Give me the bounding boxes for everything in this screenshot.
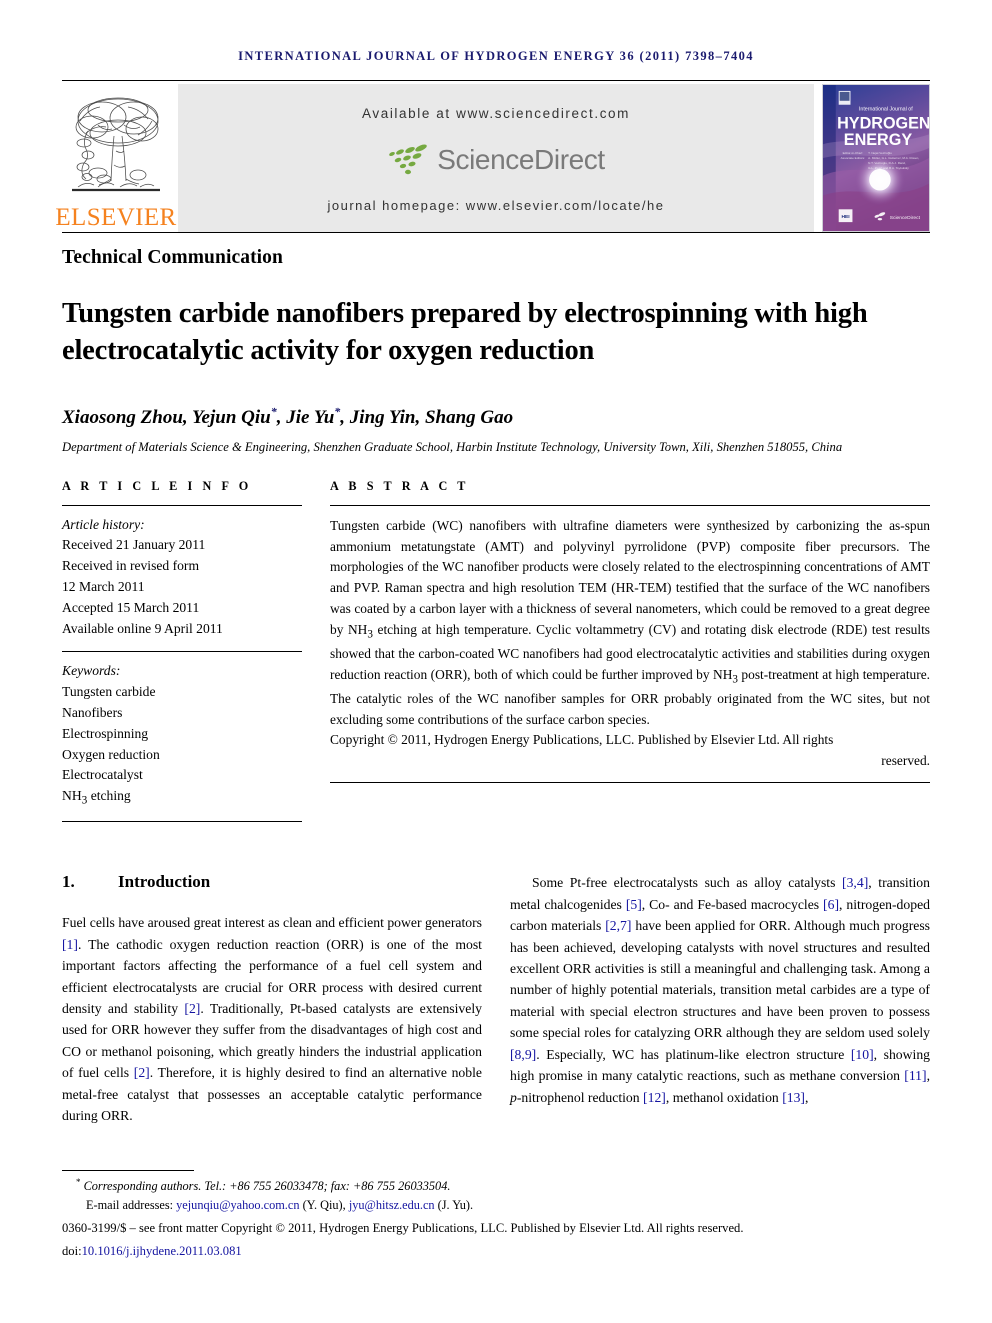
sciencedirect-logo: ScienceDirect xyxy=(387,143,605,177)
email-note: E-mail addresses: yejunqiu@yahoo.com.cn … xyxy=(62,1196,930,1215)
keyword-item: Electrospinning xyxy=(62,725,149,741)
citation-link[interactable]: [8,9] xyxy=(510,1047,536,1062)
keyword-item: Electrocatalyst xyxy=(62,767,143,783)
svg-text:Associate Editors:: Associate Editors: xyxy=(841,156,865,160)
history-item: Received 21 January 2011 xyxy=(62,537,206,553)
section-heading: 1. Introduction xyxy=(62,872,482,892)
citation-link[interactable]: [5] xyxy=(626,897,642,912)
masthead: ELSEVIER Available at www.sciencedirect.… xyxy=(55,84,930,232)
citation-link[interactable]: [2,7] xyxy=(605,918,631,933)
corresponding-author-note: * Corresponding authors. Tel.: +86 755 2… xyxy=(62,1176,930,1196)
email-link-2[interactable]: jyu@hitsz.edu.cn xyxy=(349,1198,435,1212)
keyword-item: Oxygen reduction xyxy=(62,746,160,762)
intro-paragraph-left: Fuel cells have aroused great interest a… xyxy=(62,915,482,1124)
abstract-column: A B S T R A C T Tungsten carbide (WC) na… xyxy=(330,479,930,823)
svg-text:ENERGY: ENERGY xyxy=(844,131,913,149)
footnote-rule xyxy=(62,1170,194,1172)
running-head: INTERNATIONAL JOURNAL OF HYDROGEN ENERGY… xyxy=(238,49,754,63)
citation-link[interactable]: [6] xyxy=(823,897,839,912)
journal-homepage-text: journal homepage: www.elsevier.com/locat… xyxy=(327,198,665,213)
corresponding-text: Corresponding authors. Tel.: +86 755 260… xyxy=(83,1179,451,1194)
elsevier-logo: ELSEVIER xyxy=(55,84,176,232)
sciencedirect-banner: Available at www.sciencedirect.com Scien… xyxy=(178,84,814,232)
keyword-item: Nanofibers xyxy=(62,705,123,721)
sciencedirect-leaf-icon xyxy=(389,144,427,174)
citation-link[interactable]: [2] xyxy=(134,1065,150,1080)
abstract-heading: A B S T R A C T xyxy=(330,478,470,493)
keywords-label: Keywords: xyxy=(62,663,121,679)
svg-text:International Journal of: International Journal of xyxy=(859,107,913,113)
intro-paragraph-right: Some Pt-free electrocatalysts such as al… xyxy=(510,875,931,1105)
citation-link[interactable]: [3,4] xyxy=(842,875,868,890)
copyright-main: Copyright © 2011, Hydrogen Energy Public… xyxy=(330,732,834,748)
svg-text:HYDROGEN: HYDROGEN xyxy=(837,114,929,132)
doi-label: doi: xyxy=(62,1244,82,1259)
elsevier-wordmark: ELSEVIER xyxy=(55,204,177,231)
citation-link[interactable]: [2] xyxy=(184,1001,200,1016)
journal-cover-art: International Journal of HYDROGEN ENERGY… xyxy=(823,85,929,231)
section-number: 1. xyxy=(62,872,75,892)
available-at-text: Available at www.sciencedirect.com xyxy=(362,106,630,121)
sciencedirect-wordmark: ScienceDirect xyxy=(437,143,605,175)
svg-text:ScienceDirect: ScienceDirect xyxy=(890,215,921,221)
article-info-bottom-rule xyxy=(62,821,302,823)
abstract-text: Tungsten carbide (WC) nanofibers with ul… xyxy=(330,517,930,727)
email-label: E-mail addresses: xyxy=(86,1198,174,1213)
history-item: 12 March 2011 xyxy=(62,579,145,595)
citation-link[interactable]: [11] xyxy=(904,1068,926,1083)
asterisk-marker: * xyxy=(76,1177,81,1188)
page-footer: * Corresponding authors. Tel.: +86 755 2… xyxy=(62,1170,930,1261)
affiliation: Department of Materials Science & Engine… xyxy=(62,440,843,455)
article-info-column: A R T I C L E I N F O Article history: R… xyxy=(62,479,302,823)
citation-link[interactable]: [10] xyxy=(851,1047,874,1062)
author-list: Xiaosong Zhou, Yejun Qiu*, Jie Yu*, Jing… xyxy=(62,405,930,429)
keywords-block: Keywords: Tungsten carbide Nanofibers El… xyxy=(62,652,302,810)
body-column-right: Some Pt-free electrocatalysts such as al… xyxy=(510,872,930,1126)
svg-text:N.T. Veziroglu, D.A.J. Rand,: N.T. Veziroglu, D.A.J. Rand, xyxy=(868,161,906,165)
issn-copyright-line: 0360-3199/$ – see front matter Copyright… xyxy=(62,1221,744,1236)
doi-line: doi:10.1016/j.ijhydene.2011.03.081 xyxy=(62,1242,930,1261)
svg-text:HEI: HEI xyxy=(841,214,850,220)
email-link-1[interactable]: yejunqiu@yahoo.com.cn xyxy=(176,1198,299,1212)
doi-link[interactable]: 10.1016/j.ijhydene.2011.03.081 xyxy=(82,1244,242,1258)
masthead-bottom-rule xyxy=(62,232,930,233)
history-item: Received in revised form xyxy=(62,558,200,574)
copyright-tail: reserved. xyxy=(881,753,930,769)
svg-text:T. Nejat Veziroğlu: T. Nejat Veziroğlu xyxy=(868,151,892,155)
journal-cover-thumbnail: International Journal of HYDROGEN ENERGY… xyxy=(822,84,930,232)
elsevier-tree-icon xyxy=(68,91,164,203)
abstract-copyright: Copyright © 2011, Hydrogen Energy Public… xyxy=(330,730,930,772)
article-page: INTERNATIONAL JOURNAL OF HYDROGEN ENERGY… xyxy=(0,0,992,1323)
history-item: Accepted 15 March 2011 xyxy=(62,599,200,615)
author-names: Xiaosong Zhou, Yejun Qiu*, Jie Yu*, Jing… xyxy=(62,405,514,429)
article-type-label: Technical Communication xyxy=(62,247,283,268)
abstract-bottom-rule xyxy=(330,782,930,784)
history-item: Available online 9 April 2011 xyxy=(62,620,223,636)
article-history-label: Article history: xyxy=(62,516,145,532)
citation-link[interactable]: [12] xyxy=(643,1090,666,1105)
email-owner-1: (Y. Qiu), xyxy=(302,1198,346,1213)
article-history-block: Article history: Received 21 January 201… xyxy=(62,506,302,640)
running-head-rule xyxy=(62,80,930,81)
body-column-left: 1. Introduction Fuel cells have aroused … xyxy=(62,872,482,1126)
svg-text:Editor-in-Chief:: Editor-in-Chief: xyxy=(843,151,863,155)
info-abstract-region: A R T I C L E I N F O Article history: R… xyxy=(62,479,930,823)
citation-link[interactable]: [1] xyxy=(62,937,78,952)
citation-link[interactable]: [13] xyxy=(782,1090,805,1105)
keyword-item: Tungsten carbide xyxy=(62,684,156,700)
article-info-heading: A R T I C L E I N F O xyxy=(62,478,252,493)
svg-text:A. Müller, G.L. Gutierrez, M.A: A. Müller, G.L. Gutierrez, M.A. Rosen, xyxy=(868,156,919,160)
svg-text:G.L. Zwart and B.A. Tsybulsky: G.L. Zwart and B.A. Tsybulsky xyxy=(868,166,909,170)
email-owner-2: (J. Yu). xyxy=(437,1198,474,1213)
page-title: Tungsten carbide nanofibers prepared by … xyxy=(62,298,868,367)
section-title: Introduction xyxy=(118,872,211,892)
body-columns: 1. Introduction Fuel cells have aroused … xyxy=(62,872,930,1126)
keyword-item: NH3 etching xyxy=(62,788,131,807)
